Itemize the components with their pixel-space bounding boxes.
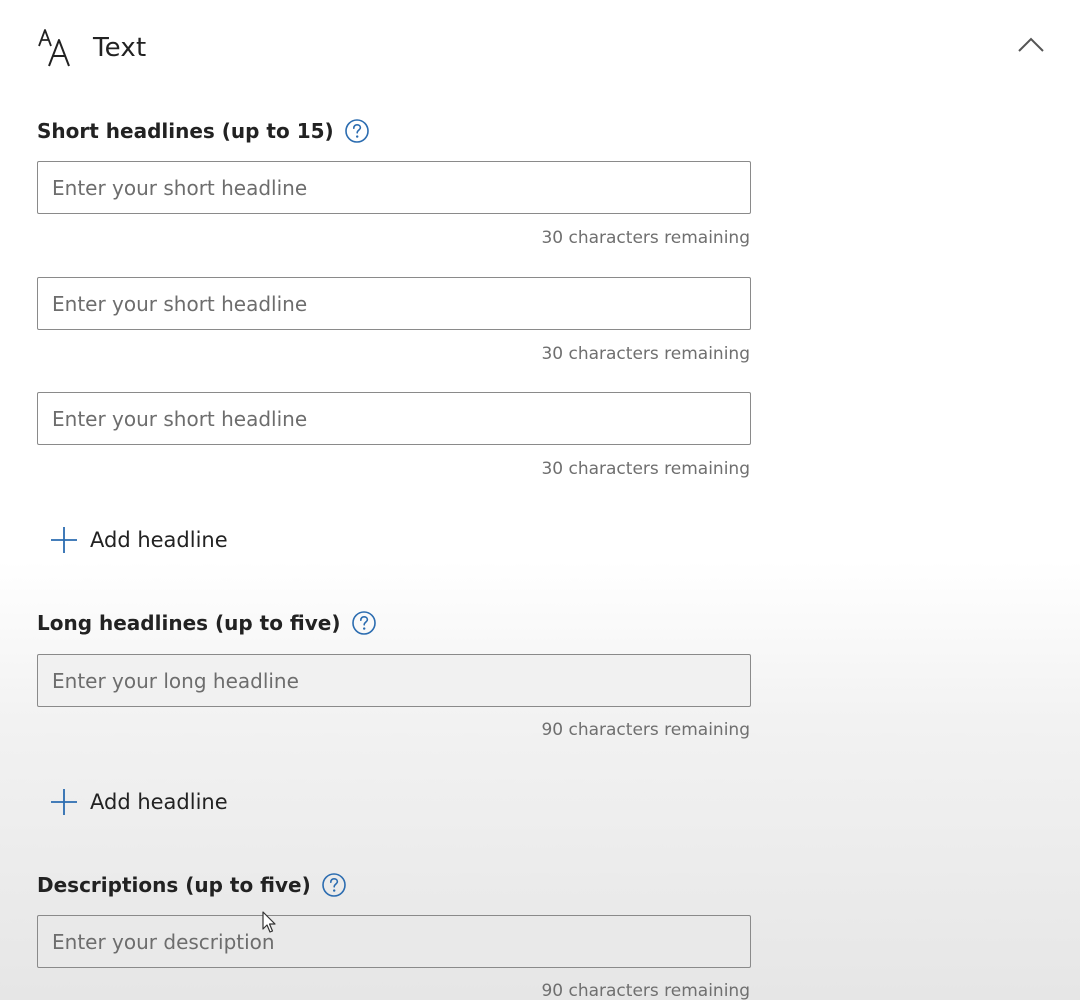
section-header: Text [37,26,146,70]
help-icon[interactable] [321,872,347,898]
short-headline-counter-1: 30 characters remaining [541,228,750,248]
add-long-headline-label: Add headline [90,790,228,814]
help-icon[interactable] [351,610,377,636]
section-title: Text [93,33,147,63]
long-headline-input-1[interactable] [37,654,751,707]
long-headline-counter-1: 90 characters remaining [541,720,750,740]
short-headline-counter-2: 30 characters remaining [541,344,750,364]
description-input-1[interactable] [37,915,751,968]
chevron-up-icon[interactable] [1016,34,1046,56]
descriptions-label-text: Descriptions (up to five) [37,873,311,897]
long-headlines-label-text: Long headlines (up to five) [37,611,341,635]
add-long-headline-button[interactable]: Add headline [48,784,234,820]
text-format-icon [38,29,70,67]
description-counter-1: 90 characters remaining [541,981,750,1000]
add-short-headline-button[interactable]: Add headline [48,522,234,558]
add-short-headline-label: Add headline [90,528,228,552]
plus-icon [51,789,77,815]
short-headlines-label: Short headlines (up to 15) [37,118,370,144]
short-headline-input-1[interactable] [37,161,751,214]
short-headline-input-2[interactable] [37,277,751,330]
short-headline-counter-3: 30 characters remaining [541,459,750,479]
short-headline-input-3[interactable] [37,392,751,445]
descriptions-label: Descriptions (up to five) [37,872,347,898]
long-headlines-label: Long headlines (up to five) [37,610,377,636]
help-icon[interactable] [344,118,370,144]
short-headlines-label-text: Short headlines (up to 15) [37,119,334,143]
plus-icon [51,527,77,553]
